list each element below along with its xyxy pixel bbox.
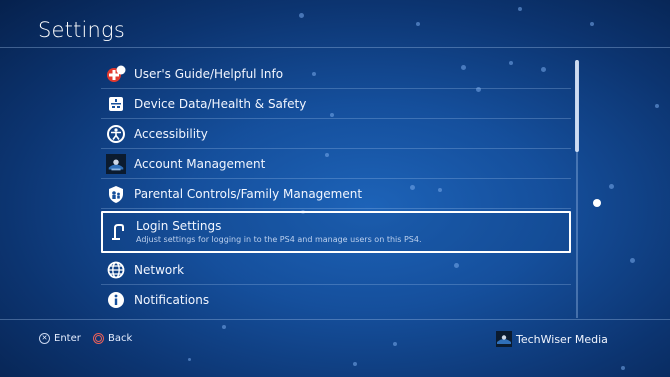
footer-divider bbox=[0, 319, 670, 320]
header-divider bbox=[0, 47, 670, 48]
menu-item-notifications[interactable]: Notifications bbox=[101, 285, 571, 314]
menu-item-label: Accessibility bbox=[134, 126, 208, 141]
parental-controls-icon bbox=[106, 184, 126, 204]
globe-icon bbox=[106, 260, 126, 280]
user-profile: TechWiser Media bbox=[496, 331, 608, 347]
scrollbar-thumb[interactable] bbox=[575, 60, 579, 152]
user-name: TechWiser Media bbox=[516, 332, 608, 346]
enter-button[interactable]: ✕ Enter bbox=[39, 333, 81, 344]
info-icon bbox=[106, 290, 126, 310]
page-title: Settings bbox=[38, 18, 126, 42]
circle-button-icon bbox=[93, 333, 104, 344]
enter-label: Enter bbox=[54, 333, 81, 344]
menu-item-label: Network bbox=[134, 262, 185, 277]
menu-item-label: User's Guide/Helpful Info bbox=[134, 66, 284, 81]
menu-item-label: Login Settings bbox=[136, 219, 222, 233]
guide-icon bbox=[106, 64, 126, 84]
back-label: Back bbox=[108, 333, 133, 344]
menu-item-account-management[interactable]: Account Management bbox=[101, 149, 571, 179]
menu-item-accessibility[interactable]: Accessibility bbox=[101, 119, 571, 149]
accessibility-icon bbox=[106, 124, 126, 144]
menu-item-label: Parental Controls/Family Management bbox=[134, 186, 363, 201]
menu-item-network[interactable]: Network bbox=[101, 255, 571, 285]
menu-item-users-guide[interactable]: User's Guide/Helpful Info bbox=[101, 59, 571, 89]
menu-item-login-settings[interactable]: Login Settings Adjust settings for loggi… bbox=[101, 211, 571, 253]
cross-button-icon: ✕ bbox=[39, 333, 50, 344]
settings-menu: User's Guide/Helpful Info Device Data/He… bbox=[101, 59, 571, 314]
menu-item-parental-controls[interactable]: Parental Controls/Family Management bbox=[101, 179, 571, 209]
device-data-icon bbox=[106, 94, 126, 114]
menu-item-label: Account Management bbox=[134, 156, 266, 171]
menu-item-description: Adjust settings for logging in to the PS… bbox=[136, 235, 422, 244]
menu-item-label: Notifications bbox=[134, 292, 210, 307]
menu-item-device-data[interactable]: Device Data/Health & Safety bbox=[101, 89, 571, 119]
back-button[interactable]: Back bbox=[93, 333, 132, 344]
user-avatar bbox=[496, 331, 512, 347]
account-avatar-icon bbox=[106, 153, 126, 174]
login-icon bbox=[108, 222, 128, 242]
menu-item-label: Device Data/Health & Safety bbox=[134, 96, 307, 111]
background-particle bbox=[593, 199, 601, 207]
